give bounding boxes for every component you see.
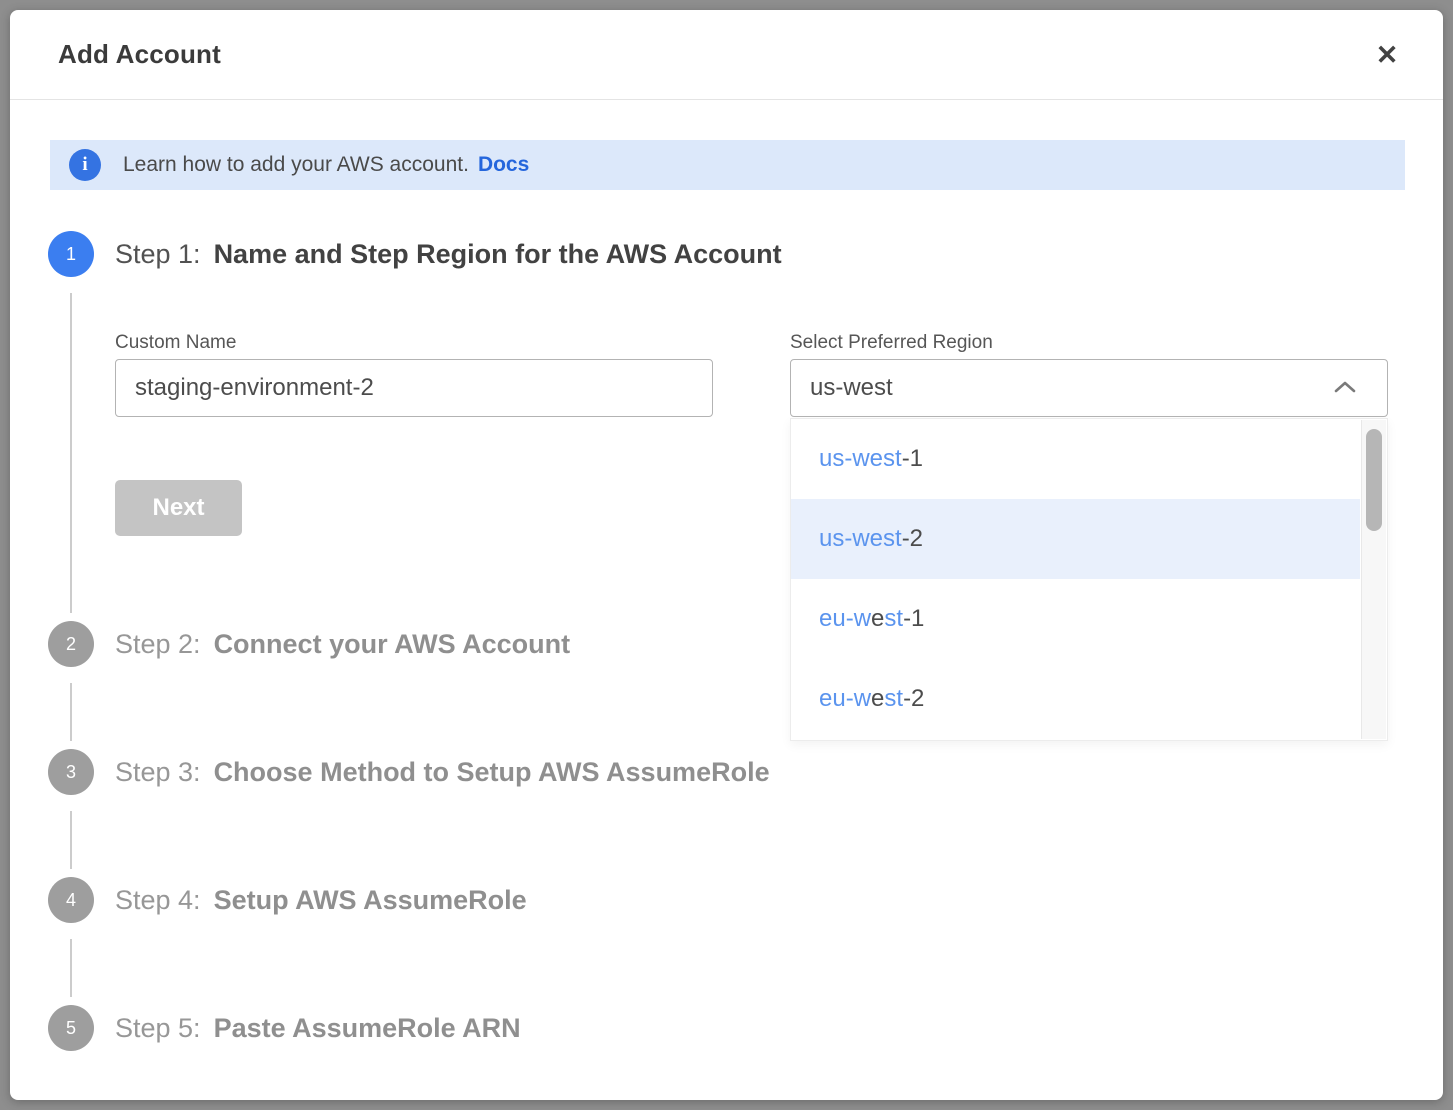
- step-1-title: Name and Step Region for the AWS Account: [214, 239, 782, 270]
- region-option[interactable]: eu-west-2: [791, 659, 1360, 739]
- region-label: Select Preferred Region: [790, 332, 1388, 354]
- region-option[interactable]: eu-west-1: [791, 579, 1360, 659]
- modal-header: Add Account ✕: [10, 10, 1443, 100]
- step-5-heading: 5 Step 5: Paste AssumeRole ARN: [48, 1005, 1405, 1051]
- step-3-badge: 3: [48, 749, 94, 795]
- next-button[interactable]: Next: [115, 480, 242, 536]
- info-icon: i: [69, 149, 101, 181]
- modal-body: i Learn how to add your AWS account. Doc…: [10, 140, 1443, 1081]
- step-3-title: Choose Method to Setup AWS AssumeRole: [214, 757, 770, 788]
- step-4: 4 Step 4: Setup AWS AssumeRole: [48, 877, 1405, 1005]
- step-1: 1 Step 1: Name and Step Region for the A…: [48, 231, 1405, 621]
- step-5-badge: 5: [48, 1005, 94, 1051]
- region-option[interactable]: us-west-1: [791, 419, 1360, 499]
- step-4-title: Setup AWS AssumeRole: [214, 885, 527, 916]
- step-5: 5 Step 5: Paste AssumeRole ARN: [48, 1005, 1405, 1081]
- step-2-badge: 2: [48, 621, 94, 667]
- region-select-input[interactable]: [790, 359, 1388, 417]
- docs-link[interactable]: Docs: [478, 153, 529, 177]
- step-1-badge: 1: [48, 231, 94, 277]
- step-4-badge: 4: [48, 877, 94, 923]
- step-4-heading: 4 Step 4: Setup AWS AssumeRole: [48, 877, 1405, 923]
- step-2-prefix: Step 2:: [115, 629, 201, 660]
- custom-name-label: Custom Name: [115, 332, 713, 354]
- add-account-modal: Add Account ✕ i Learn how to add your AW…: [10, 10, 1443, 1100]
- close-icon[interactable]: ✕: [1365, 33, 1409, 77]
- banner-text: Learn how to add your AWS account.: [123, 153, 469, 177]
- region-select-wrap: us-west-1us-west-2eu-west-1eu-west-2: [790, 359, 1388, 417]
- step-4-prefix: Step 4:: [115, 885, 201, 916]
- region-dropdown: us-west-1us-west-2eu-west-1eu-west-2: [790, 418, 1388, 741]
- step-1-content: Custom Name Next Select Preferred Region…: [115, 332, 1405, 536]
- step-5-prefix: Step 5:: [115, 1013, 201, 1044]
- step-5-title: Paste AssumeRole ARN: [214, 1013, 521, 1044]
- custom-name-input[interactable]: [115, 359, 713, 417]
- custom-name-column: Custom Name Next: [115, 332, 713, 536]
- region-options-list: us-west-1us-west-2eu-west-1eu-west-2: [791, 419, 1360, 740]
- step-1-prefix: Step 1:: [115, 239, 201, 270]
- region-option[interactable]: us-west-2: [791, 499, 1360, 579]
- step-3-heading: 3 Step 3: Choose Method to Setup AWS Ass…: [48, 749, 1405, 795]
- dropdown-scrollbar-thumb[interactable]: [1366, 429, 1382, 531]
- region-column: Select Preferred Region us-west-1us-west…: [790, 332, 1388, 536]
- modal-title: Add Account: [58, 39, 221, 70]
- step-1-heading: 1 Step 1: Name and Step Region for the A…: [48, 231, 1405, 277]
- info-banner: i Learn how to add your AWS account. Doc…: [50, 140, 1405, 190]
- step-2-title: Connect your AWS Account: [214, 629, 571, 660]
- step-3-prefix: Step 3:: [115, 757, 201, 788]
- dropdown-scrollbar-track: [1361, 420, 1386, 739]
- step-3: 3 Step 3: Choose Method to Setup AWS Ass…: [48, 749, 1405, 877]
